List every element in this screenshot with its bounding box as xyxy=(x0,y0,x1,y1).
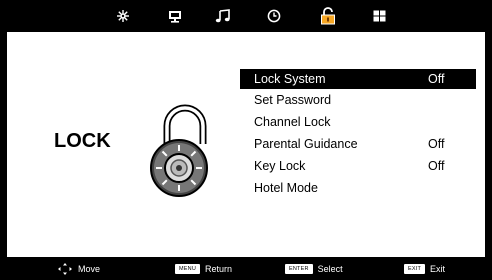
dpad-arrows-icon xyxy=(58,262,72,275)
menu-tab-bar xyxy=(0,0,492,32)
menu-item-key-lock[interactable]: Key Lock Off xyxy=(240,155,476,177)
enter-key-badge: ENTER xyxy=(285,263,313,274)
exit-key-badge: EXIT xyxy=(404,263,426,274)
exit-hint-label: Exit xyxy=(430,263,446,274)
screen-icon[interactable] xyxy=(155,0,195,32)
menu-item-lock-system[interactable]: Lock System Off xyxy=(240,69,476,89)
apps-grid-icon[interactable] xyxy=(359,0,399,32)
menu-item-label: Lock System xyxy=(254,72,326,86)
lock-menu-list: Lock System Off Set Password Channel Loc… xyxy=(240,69,476,199)
menu-item-label: Channel Lock xyxy=(254,115,331,129)
exit-hint: EXIT Exit xyxy=(404,257,445,280)
clock-icon[interactable] xyxy=(254,0,294,32)
lock-icon[interactable] xyxy=(308,0,348,32)
menu-item-value: Off xyxy=(428,137,445,151)
menu-item-label: Parental Guidance xyxy=(254,137,358,151)
footer-hint-bar: Move MENU Return ENTER Select EXIT Exit xyxy=(0,257,492,280)
menu-item-set-password[interactable]: Set Password xyxy=(240,89,476,111)
music-note-icon[interactable] xyxy=(203,0,243,32)
return-hint-label: Return xyxy=(205,263,233,274)
menu-item-hotel-mode[interactable]: Hotel Mode xyxy=(240,177,476,199)
padlock-illustration-icon xyxy=(145,104,213,205)
move-hint: Move xyxy=(58,257,100,280)
select-hint: ENTER Select xyxy=(285,257,343,280)
menu-item-label: Hotel Mode xyxy=(254,181,318,195)
menu-item-value: Off xyxy=(428,72,445,86)
menu-key-badge: MENU xyxy=(175,263,200,274)
return-hint: MENU Return xyxy=(175,257,232,280)
menu-item-parental-guidance[interactable]: Parental Guidance Off xyxy=(240,133,476,155)
picture-settings-icon[interactable] xyxy=(103,0,143,32)
move-hint-label: Move xyxy=(78,263,101,274)
select-hint-label: Select xyxy=(317,263,343,274)
menu-item-label: Key Lock xyxy=(254,159,306,173)
menu-item-label: Set Password xyxy=(254,93,332,107)
menu-item-value: Off xyxy=(428,159,445,173)
lock-settings-panel: LOCK Lock System Off Set Password Channe… xyxy=(7,32,485,257)
menu-item-channel-lock[interactable]: Channel Lock xyxy=(240,111,476,133)
page-title: LOCK xyxy=(54,130,111,152)
